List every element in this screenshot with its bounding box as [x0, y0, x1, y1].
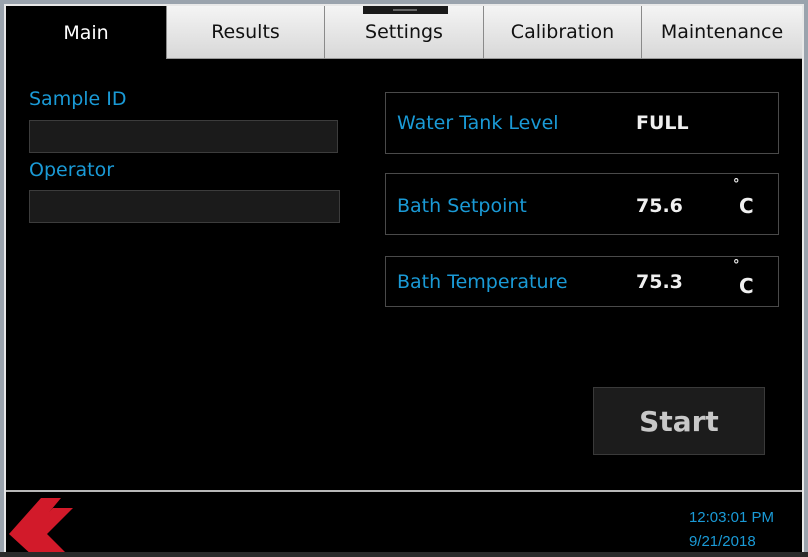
tab-settings[interactable]: Settings [324, 6, 483, 59]
tab-main[interactable]: Main [6, 6, 166, 59]
sample-id-input[interactable] [29, 120, 338, 153]
operator-input[interactable] [29, 190, 340, 223]
bath-temperature-label: Bath Temperature [397, 271, 568, 293]
clock-date: 9/21/2018 [688, 533, 756, 550]
celsius-unit: C [739, 194, 754, 218]
bath-setpoint-value: 75.6 [636, 195, 683, 217]
tab-maintenance-label: Maintenance [660, 21, 784, 43]
start-button[interactable]: Start [593, 387, 765, 455]
sample-id-label: Sample ID [29, 88, 127, 110]
operator-label: Operator [29, 159, 115, 181]
drag-handle-marker [363, 6, 448, 14]
footer-divider [6, 490, 802, 492]
bath-setpoint-panel: Bath Setpoint 75.6 ° C [385, 173, 779, 235]
bath-temperature-value: 75.3 [636, 271, 683, 293]
tab-bar: Main Results Settings Calibration Mainte… [6, 6, 802, 59]
clock-time: 12:03:01 PM [688, 509, 774, 526]
degree-symbol: ° [733, 258, 740, 273]
bath-setpoint-label: Bath Setpoint [397, 195, 527, 217]
os-taskbar [0, 552, 808, 557]
tab-calibration-label: Calibration [510, 21, 615, 43]
double-chevron-left-logo-icon [9, 498, 73, 556]
celsius-unit: C [739, 274, 754, 298]
water-tank-level-panel: Water Tank Level FULL [385, 92, 779, 154]
degree-symbol: ° [733, 177, 740, 192]
tab-calibration[interactable]: Calibration [483, 6, 641, 59]
tab-main-label: Main [63, 21, 109, 44]
water-tank-level-label: Water Tank Level [397, 112, 559, 134]
tab-results-label: Results [211, 21, 280, 43]
bath-temperature-panel: Bath Temperature 75.3 ° C [385, 256, 779, 307]
app-window: Main Results Settings Calibration Mainte… [4, 4, 804, 556]
clock: 12:03:01 PM 9/21/2018 [689, 506, 774, 554]
tab-settings-label: Settings [365, 21, 443, 43]
tab-maintenance[interactable]: Maintenance [641, 6, 802, 59]
tab-results[interactable]: Results [166, 6, 324, 59]
water-tank-level-value: FULL [636, 112, 689, 134]
